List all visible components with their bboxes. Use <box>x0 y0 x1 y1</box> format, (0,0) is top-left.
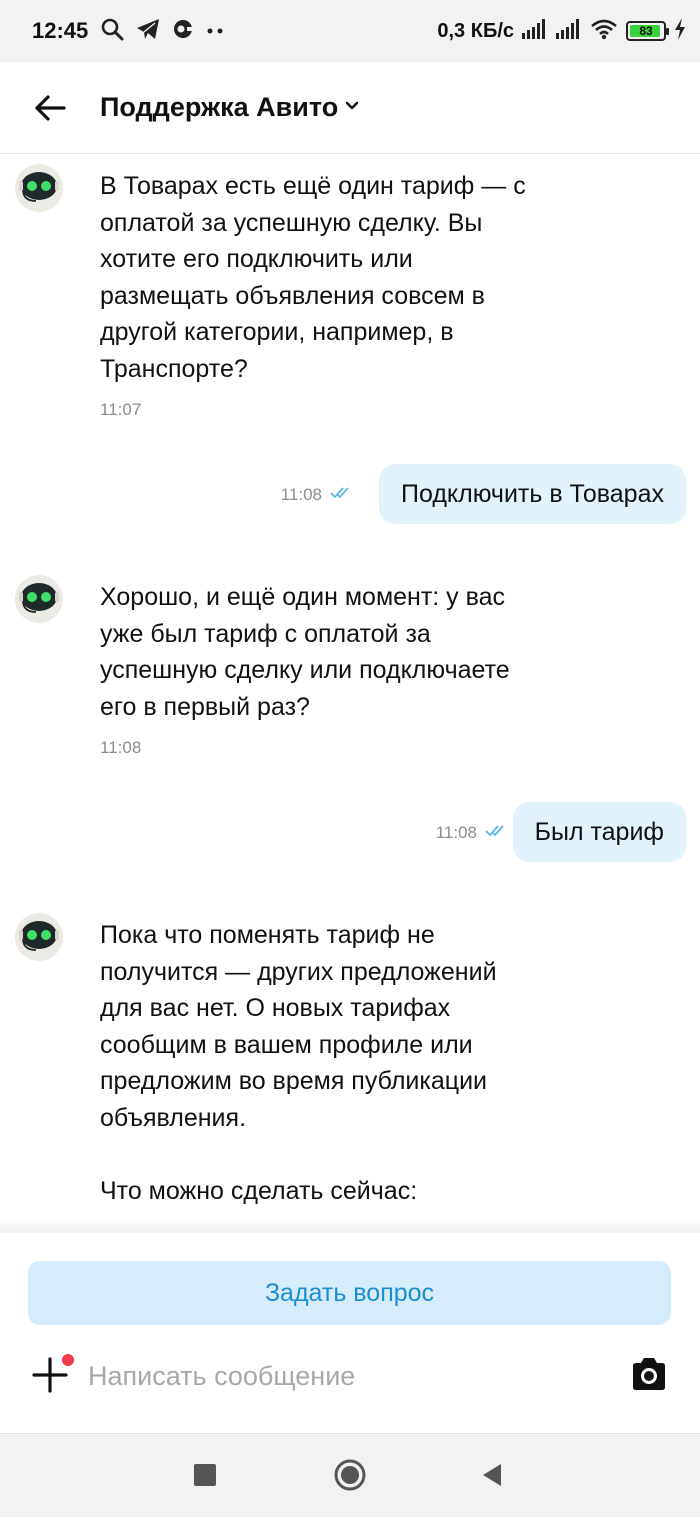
status-time: 12:45 <box>32 18 89 43</box>
status-left-icons <box>100 16 226 46</box>
incoming-message: В Товарах есть ещё один тариф — с оплато… <box>100 168 570 387</box>
chat-fade <box>0 1219 700 1233</box>
recents-button[interactable] <box>188 1460 222 1494</box>
message-line: Что можно сделать сейчас: <box>100 1176 418 1205</box>
double-check-icon <box>330 485 354 505</box>
back-triangle-icon <box>481 1463 503 1492</box>
message-line: получится — других предложений <box>100 957 497 986</box>
more-dots-icon <box>206 22 226 40</box>
notification-dot <box>62 1354 74 1366</box>
outgoing-meta: 11:08 <box>281 485 354 505</box>
message-time: 11:08 <box>435 823 477 842</box>
double-check-icon <box>485 823 509 843</box>
message-line: Пока что поменять тариф не <box>100 921 435 949</box>
message-line: другой категории, например, в <box>100 318 454 346</box>
outgoing-message: Подключить в Товарах <box>379 464 686 524</box>
incoming-message: Пока что поменять тариф не получится — д… <box>100 917 570 1209</box>
network-speed: 0,3 КБ/с <box>437 19 514 42</box>
signal-icon <box>556 18 582 44</box>
charging-icon <box>674 17 686 45</box>
message-line: хотите его подключить или <box>100 245 413 273</box>
bot-avatar-icon <box>14 163 64 213</box>
message-line: для вас нет. О новых тарифах <box>100 994 451 1022</box>
message-line: уже был тариф с оплатой за <box>100 619 431 648</box>
ask-question-button[interactable]: Задать вопрос <box>28 1261 671 1325</box>
wifi-icon <box>590 18 618 45</box>
battery-icon: 83 <box>626 21 669 41</box>
incoming-message: Хорошо, и ещё один момент: у вас уже был… <box>100 579 570 725</box>
message-time: 11:08 <box>100 738 142 757</box>
bot-avatar-icon <box>14 912 64 962</box>
notification-icon <box>172 18 194 45</box>
arrow-left-icon <box>34 94 66 127</box>
message-time: 11:07 <box>100 400 142 419</box>
chat-header: Поддержка Авито <box>0 62 700 154</box>
chat-title-dropdown[interactable]: Поддержка Авито <box>100 92 360 123</box>
bot-avatar-icon <box>14 574 64 624</box>
signal-icon <box>522 18 548 44</box>
attach-button[interactable] <box>30 1354 74 1395</box>
chat-area[interactable]: В Товарах есть ещё один тариф — с оплато… <box>0 155 700 1233</box>
outgoing-message: Был тариф <box>512 802 686 862</box>
message-line: предложим во время публикации <box>100 1067 488 1095</box>
message-input[interactable] <box>88 1353 588 1399</box>
message-line: оплатой за успешную сделку. Вы <box>100 208 483 237</box>
camera-button[interactable] <box>630 1357 670 1397</box>
message-line <box>100 1136 570 1173</box>
chevron-down-icon <box>344 99 360 117</box>
status-right: 0,3 КБ/с 83 <box>437 16 686 46</box>
home-circle-icon <box>334 1459 366 1496</box>
search-icon <box>100 17 124 46</box>
outgoing-meta: 11:08 <box>436 823 509 843</box>
home-button[interactable] <box>333 1459 367 1496</box>
back-button[interactable] <box>30 90 70 130</box>
message-time: 11:08 <box>280 485 322 504</box>
message-line: успешную сделку или подключаете <box>100 656 510 684</box>
message-line: Транспорте? <box>100 354 248 383</box>
recents-square-icon <box>194 1463 216 1491</box>
chat-title: Поддержка Авито <box>100 92 339 122</box>
telegram-icon <box>136 18 160 45</box>
system-nav-bar <box>0 1433 700 1517</box>
message-line: его в первый раз? <box>100 692 310 721</box>
status-bar: 12:45 0,3 КБ/с 83 <box>0 0 700 62</box>
message-line: сообщим в вашем профиле или <box>100 1030 473 1059</box>
composer-panel: Задать вопрос <box>0 1233 700 1433</box>
message-line: Хорошо, и ещё один момент: у вас <box>100 583 506 611</box>
nav-back-button[interactable] <box>475 1460 509 1494</box>
message-line: В Товарах есть ещё один тариф — с <box>100 172 526 200</box>
message-line: размещать объявления совсем в <box>100 281 485 310</box>
message-line: объявления. <box>100 1103 247 1132</box>
battery-level: 83 <box>639 24 653 38</box>
camera-icon <box>630 1358 668 1395</box>
